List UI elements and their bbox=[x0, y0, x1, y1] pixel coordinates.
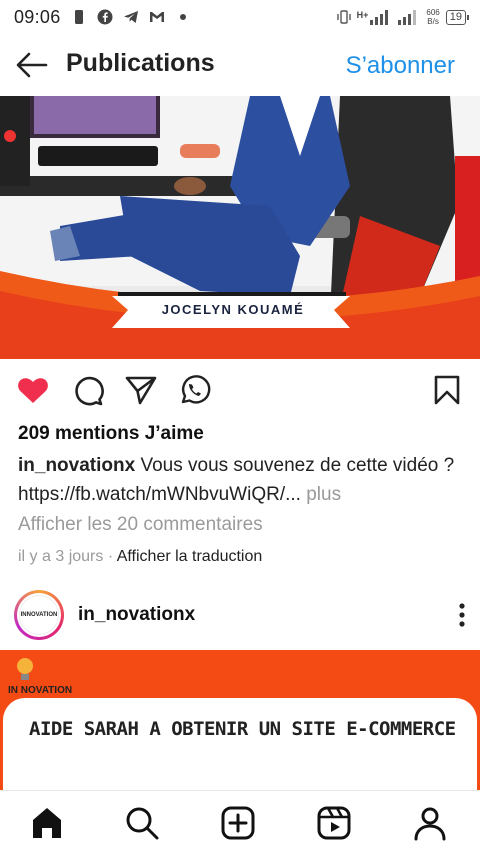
telegram-icon bbox=[123, 11, 138, 23]
nav-search[interactable] bbox=[122, 803, 162, 843]
meta-separator: · bbox=[103, 548, 117, 565]
home-icon bbox=[33, 808, 61, 838]
vibrate-icon bbox=[336, 10, 351, 24]
brand-logo: IN NOVATION bbox=[8, 655, 72, 696]
avatar-logo: INNOVATION bbox=[19, 595, 59, 635]
status-time: 09:06 bbox=[14, 6, 61, 27]
send-icon[interactable] bbox=[124, 374, 158, 406]
more-vertical-icon[interactable] bbox=[458, 602, 466, 628]
network-type: H+ bbox=[356, 10, 369, 20]
post-photo bbox=[0, 96, 480, 359]
bookmark-icon[interactable] bbox=[430, 374, 464, 406]
caption-username[interactable]: in_novationx bbox=[18, 455, 135, 476]
post2-username[interactable]: in_novationx bbox=[78, 604, 195, 626]
phone-notification-icon bbox=[74, 10, 83, 24]
nav-profile[interactable] bbox=[410, 803, 450, 843]
signal-2-icon bbox=[398, 10, 417, 25]
app-header: Publications S’abonner bbox=[0, 34, 480, 96]
gmail-icon bbox=[149, 12, 164, 22]
post-image[interactable]: JOCELYN KOUAMÉ bbox=[0, 96, 480, 359]
comment-icon[interactable] bbox=[71, 374, 105, 406]
post-meta: il y a 3 jours · Afficher la traduction bbox=[18, 548, 262, 566]
post-actions bbox=[0, 366, 480, 412]
post2-image[interactable]: IN NOVATION AIDE SARAH A OBTENIR UN SITE… bbox=[0, 650, 480, 790]
translate-link[interactable]: Afficher la traduction bbox=[117, 548, 263, 565]
nav-home[interactable] bbox=[27, 803, 67, 843]
post2-card: AIDE SARAH A OBTENIR UN SITE E-COMMERCE bbox=[3, 698, 477, 790]
page-title: Publications bbox=[66, 49, 215, 77]
likes-count[interactable]: 209 mentions J’aime bbox=[18, 423, 204, 445]
facebook-icon bbox=[97, 9, 113, 25]
heart-icon[interactable] bbox=[16, 374, 50, 406]
post-caption: in_novationx Vous vous souvenez de cette… bbox=[18, 451, 468, 509]
add-icon bbox=[221, 806, 255, 840]
post-time: il y a 3 jours bbox=[18, 548, 104, 565]
post2-header: INNOVATION in_novationx bbox=[0, 588, 480, 644]
subscribe-button[interactable]: S’abonner bbox=[346, 52, 455, 80]
post2-card-text: AIDE SARAH A OBTENIR UN SITE E-COMMERCE bbox=[29, 718, 456, 740]
lightbulb-icon bbox=[17, 658, 33, 680]
bottom-nav bbox=[0, 790, 480, 854]
caption-more-link[interactable]: plus bbox=[306, 484, 341, 505]
data-speed: 606 B/s bbox=[426, 8, 440, 26]
view-comments-link[interactable]: Afficher les 20 commentaires bbox=[18, 514, 263, 536]
battery-level: 19 bbox=[449, 10, 462, 23]
banner-name: JOCELYN KOUAMÉ bbox=[161, 302, 305, 317]
nav-reels[interactable] bbox=[314, 803, 354, 843]
dot-icon bbox=[179, 14, 186, 20]
signal-icon bbox=[370, 10, 389, 25]
profile-icon bbox=[414, 807, 446, 841]
search-icon bbox=[126, 807, 159, 840]
battery-icon: 19 bbox=[445, 9, 470, 25]
avatar[interactable]: INNOVATION bbox=[14, 590, 64, 640]
brand-logo-text: IN NOVATION bbox=[8, 685, 73, 696]
status-bar: 09:06 H+ 606 B/s 19 bbox=[0, 0, 480, 34]
nav-create[interactable] bbox=[218, 803, 258, 843]
reels-icon bbox=[317, 806, 351, 840]
arrow-left-icon[interactable] bbox=[16, 52, 48, 78]
whatsapp-icon[interactable] bbox=[177, 374, 211, 406]
